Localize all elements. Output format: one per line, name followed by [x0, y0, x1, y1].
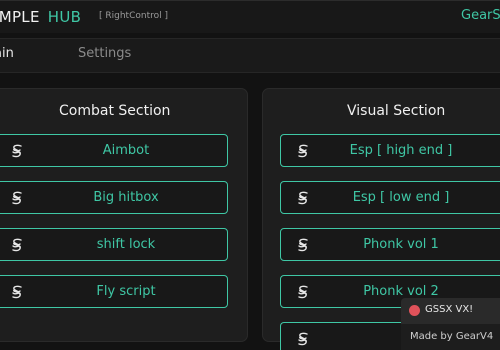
notification-toast-secondary: Made by GearV4	[401, 324, 500, 350]
tab-bar	[0, 38, 500, 73]
swirl-s-icon	[298, 238, 308, 252]
swirl-s-icon	[12, 144, 22, 158]
esp-high-end-button[interactable]: Esp [ high end ]	[280, 134, 500, 167]
big-hitbox-button-label: Big hitbox	[93, 190, 159, 205]
swirl-s-icon	[298, 191, 308, 205]
swirl-s-icon	[298, 285, 308, 299]
esp-high-end-button-label: Esp [ high end ]	[349, 143, 453, 158]
aimbot-button[interactable]: Aimbot	[0, 134, 228, 167]
tab-settings[interactable]: Settings	[78, 46, 131, 61]
esp-low-end-button-label: Esp [ low end ]	[352, 190, 450, 205]
fly-script-button[interactable]: Fly script	[0, 275, 228, 308]
phonk-vol-1-button-label: Phonk vol 1	[363, 237, 439, 252]
swirl-s-icon	[12, 191, 22, 205]
alert-dot-icon	[409, 305, 420, 316]
swirl-s-icon	[298, 332, 308, 346]
notification-text: GSSX VX!	[425, 304, 474, 315]
app-title: IMPLE HUB	[0, 8, 81, 26]
swirl-s-icon	[12, 238, 22, 252]
top-divider	[0, 0, 500, 1]
toggle-keybind-label: [ RightControl ]	[99, 11, 168, 21]
esp-low-end-button[interactable]: Esp [ low end ]	[280, 181, 500, 214]
phonk-vol-1-button[interactable]: Phonk vol 1	[280, 228, 500, 261]
app-title-main: IMPLE	[0, 8, 40, 26]
notification-toast: GSSX VX!	[401, 298, 500, 324]
app-title-accent: HUB	[47, 8, 82, 26]
shift-lock-button[interactable]: shift lock	[0, 228, 228, 261]
brand-label: GearS	[461, 8, 500, 23]
notification-credit-text: Made by GearV4	[410, 331, 494, 342]
combat-section-title: Combat Section	[59, 103, 171, 119]
tab-main[interactable]: ain	[0, 46, 14, 61]
shift-lock-button-label: shift lock	[96, 237, 156, 252]
aimbot-button-label: Aimbot	[102, 143, 150, 158]
fly-script-button-label: Fly script	[96, 284, 156, 299]
swirl-s-icon	[12, 285, 22, 299]
visual-section-title: Visual Section	[347, 103, 446, 119]
big-hitbox-button[interactable]: Big hitbox	[0, 181, 228, 214]
swirl-s-icon	[298, 144, 308, 158]
